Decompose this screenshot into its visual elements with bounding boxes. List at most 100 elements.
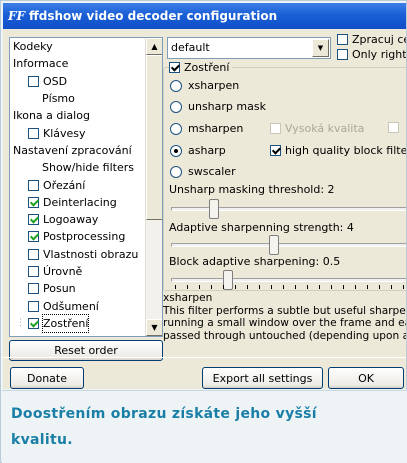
sidebar-item-label: Odšumení [43, 299, 99, 313]
asharp-hq-checkbox[interactable]: high quality block filter [270, 144, 406, 157]
sidebar-item-3[interactable]: Písmo [10, 90, 146, 107]
radio-swscaler[interactable]: swscaler [170, 165, 236, 178]
radio-swscaler-circle[interactable] [170, 165, 182, 178]
radio-msharpen[interactable]: msharpen [170, 122, 243, 135]
radio-unsharp-circle[interactable] [170, 100, 182, 113]
sidebar-item-16[interactable]: ⋮ Zostření [10, 313, 146, 333]
unsharp-threshold-label: Unsharp masking threshold: 2 [169, 183, 335, 196]
sidebar-item-12[interactable]: Vlastnosti obrazu [10, 246, 146, 263]
sidebar-item-label: Zostření [41, 313, 90, 333]
preset-value: default [171, 41, 210, 54]
sidebar-item-label: Ikona a dialog [13, 109, 90, 123]
unsharp-threshold-slider[interactable] [209, 199, 219, 219]
option-only-right-box[interactable] [337, 49, 348, 60]
sidebar-item-14[interactable]: Posun [10, 280, 146, 297]
sidebar-item-1[interactable]: Informace [10, 55, 146, 72]
option-only-right-label: Only right [352, 48, 406, 61]
sidebar-item-checkbox[interactable] [28, 196, 39, 208]
sidebar-item-5[interactable]: Klávesy [10, 124, 146, 141]
export-settings-button[interactable]: Export all settings [202, 367, 323, 389]
dialog-client: Kodeky Informace OSD Písmo Ikona a dialog Klá… [3, 29, 406, 389]
radio-asharp-circle[interactable] [170, 144, 182, 157]
sidebar-item-7[interactable]: Show/hide filters [10, 159, 146, 176]
description-title: xsharpen [163, 292, 213, 304]
filter-list-scrollbar[interactable]: ▲ ▼ [145, 38, 162, 336]
sidebar-item-11[interactable]: Postprocessing [10, 228, 146, 245]
sidebar-item-checkbox[interactable] [28, 300, 39, 312]
caption-line-2: kvalitu. [11, 432, 73, 448]
option-process-checkbox[interactable]: Zpracuj ce [337, 33, 406, 46]
radio-unsharp-mask[interactable]: unsharp mask [170, 100, 266, 113]
sidebar-item-label: Postprocessing [43, 230, 126, 244]
sidebar-item-checkbox[interactable] [28, 231, 39, 243]
sidebar-item-checkbox[interactable] [28, 266, 39, 277]
filter-list-items: Kodeky Informace OSD Písmo Ikona a dialog Klá… [10, 38, 146, 333]
sidebar-item-label: Deinterlacing [43, 195, 117, 209]
option-only-right-checkbox[interactable]: Only right [337, 48, 406, 61]
radio-asharp[interactable]: asharp [170, 144, 226, 157]
sidebar-item-10[interactable]: Logoaway [10, 211, 146, 228]
sidebar-item-label: Písmo [42, 92, 75, 106]
sidebar-item-label: Vlastnosti obrazu [43, 247, 139, 261]
msharpen-extra-checkbox[interactable] [388, 122, 403, 133]
radio-msharpen-circle[interactable] [170, 122, 182, 135]
sidebar-item-checkbox[interactable] [28, 179, 39, 191]
sidebar-item-13[interactable]: Úrovně [10, 263, 146, 280]
sidebar-item-6[interactable]: Nastavení zpracování [10, 142, 146, 159]
block-sharpening-label: Block adaptive sharpening: 0.5 [169, 255, 341, 268]
sidebar-item-label: Úrovně [43, 265, 83, 278]
sidebar-item-checkbox[interactable] [28, 214, 39, 226]
preset-combo[interactable]: default ▼ [167, 37, 331, 59]
block-sharpening-track[interactable] [171, 278, 406, 282]
sidebar-item-checkbox[interactable] [28, 283, 39, 295]
sidebar-item-label: Ořezání [43, 178, 86, 192]
chevron-down-icon[interactable]: ▼ [312, 39, 329, 57]
screenshot-frame: FF ffdshow video decoder configuration K… [0, 0, 407, 463]
sidebar-item-checkbox[interactable] [28, 75, 39, 87]
title-bar: FF ffdshow video decoder configuration [3, 3, 406, 29]
drag-handle-icon[interactable]: ⋮ [16, 315, 25, 332]
sidebar-item-9[interactable]: Deinterlacing [10, 194, 146, 211]
sharpen-enable-checkbox[interactable]: Zostření [169, 61, 233, 74]
radio-msharpen-label: msharpen [188, 122, 244, 135]
scroll-down-icon[interactable]: ▼ [146, 319, 162, 336]
sharpen-enable-box[interactable] [169, 62, 180, 73]
option-process-box[interactable] [337, 34, 348, 45]
sidebar-item-4[interactable]: Ikona a dialog [10, 107, 146, 124]
msharpen-hq-checkbox[interactable]: Vysoká kvalita [270, 122, 364, 135]
donate-button[interactable]: Donate [10, 367, 84, 389]
unsharp-threshold-track[interactable] [171, 207, 406, 211]
msharpen-extra-box[interactable] [388, 122, 399, 133]
msharpen-hq-box[interactable] [270, 123, 281, 134]
sidebar-item-checkbox[interactable] [28, 127, 39, 139]
sidebar-item-checkbox[interactable] [28, 317, 39, 329]
radio-xsharpen-circle[interactable] [170, 79, 182, 92]
sharpen-group-label: Zostření [184, 61, 230, 74]
sidebar-item-2[interactable]: OSD [10, 73, 146, 90]
figure-caption: Doostřením obrazu získáte jeho vyšší kva… [11, 401, 401, 453]
sidebar-item-label: Posun [43, 282, 76, 296]
adaptive-strength-track[interactable] [171, 243, 406, 247]
sidebar-item-label: Kodeky [13, 40, 53, 54]
sidebar-item-label: Klávesy [43, 126, 86, 140]
radio-xsharpen[interactable]: xsharpen [170, 79, 239, 92]
radio-swscaler-label: swscaler [188, 165, 236, 178]
adaptive-strength-slider[interactable] [269, 235, 279, 255]
description-line-2: running a small window over the frame an… [163, 317, 406, 329]
sidebar-item-label: OSD [43, 74, 68, 88]
scroll-thumb[interactable] [146, 55, 162, 220]
caption-line-1: Doostřením obrazu získáte jeho vyšší [11, 406, 317, 422]
description-line-1: This filter performs a subtle but useful… [163, 304, 406, 317]
ok-button[interactable]: OK [328, 367, 404, 389]
option-process-label: Zpracuj ce [352, 33, 406, 46]
window-title: ffdshow video decoder configuration [29, 9, 278, 23]
sidebar-item-8[interactable]: Ořezání [10, 176, 146, 193]
scroll-up-icon[interactable]: ▲ [146, 38, 162, 55]
asharp-hq-box[interactable] [270, 145, 281, 156]
sidebar-item-checkbox[interactable] [28, 248, 39, 260]
sidebar-item-15[interactable]: Odšumení [10, 297, 146, 314]
sidebar-item-0[interactable]: Kodeky [10, 38, 146, 55]
filter-list[interactable]: Kodeky Informace OSD Písmo Ikona a dialog Klá… [9, 37, 163, 337]
adaptive-strength-label: Adaptive sharpenning strength: 4 [169, 221, 354, 234]
msharpen-hq-label: Vysoká kvalita [285, 122, 365, 135]
